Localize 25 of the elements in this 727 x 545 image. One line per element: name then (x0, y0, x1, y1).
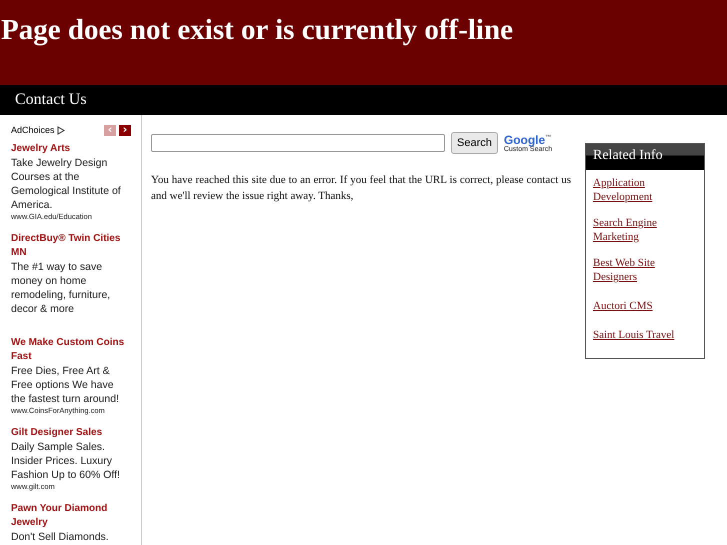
ad-title-link[interactable]: DirectBuy® Twin Cities MN (11, 232, 131, 260)
ad-title-link[interactable]: Pawn Your Diamond Jewelry (11, 502, 131, 530)
ad-description: Take Jewelry Design Courses at the Gemological Institute of America. (11, 156, 122, 212)
adchoices-icon[interactable] (56, 126, 65, 134)
adchoices-label[interactable]: AdChoices (11, 125, 55, 135)
next-button[interactable]: › (119, 124, 131, 136)
ad-title-link[interactable]: Gilt Designer Sales (11, 426, 131, 440)
error-message: You have reached this site due to an error. If you feel that the URL is correct, please contact us and we'll review the issue right away. Thanks, (151, 173, 571, 204)
ad-title-link[interactable]: We Make Custom Coins Fast (11, 336, 131, 364)
page-title: Page does not exist or is currently off-line (1, 14, 513, 47)
related-link[interactable]: Saint Louis Travel (593, 328, 674, 342)
related-link[interactable]: Auctori CMS (593, 299, 653, 313)
ad-description: Don't Sell Diamonds. (11, 530, 110, 544)
ad-description: Daily Sample Sales. Insider Prices. Luxury Fashion Up to 60% Off! (11, 440, 121, 482)
related-link[interactable]: Application Development (593, 176, 697, 204)
related-link[interactable]: Best Web Site Designers (593, 256, 697, 284)
related-info-heading: Related Info (586, 144, 704, 170)
ad-description: The #1 way to save money on home remodeling, furniture, decor & more (11, 260, 112, 316)
nav-link[interactable]: Contact Us (15, 91, 87, 109)
search-button[interactable]: Search (451, 132, 498, 154)
ad-title-link[interactable]: Jewelry Arts (11, 142, 131, 156)
search-field[interactable] (151, 134, 445, 152)
google-logo: Google$^{™}$ (504, 134, 552, 146)
ad-description: Free Dies, Free Art & Free options We have the fastest turn around! (11, 364, 120, 406)
related-link[interactable]: Search Engine Marketing (593, 216, 697, 244)
